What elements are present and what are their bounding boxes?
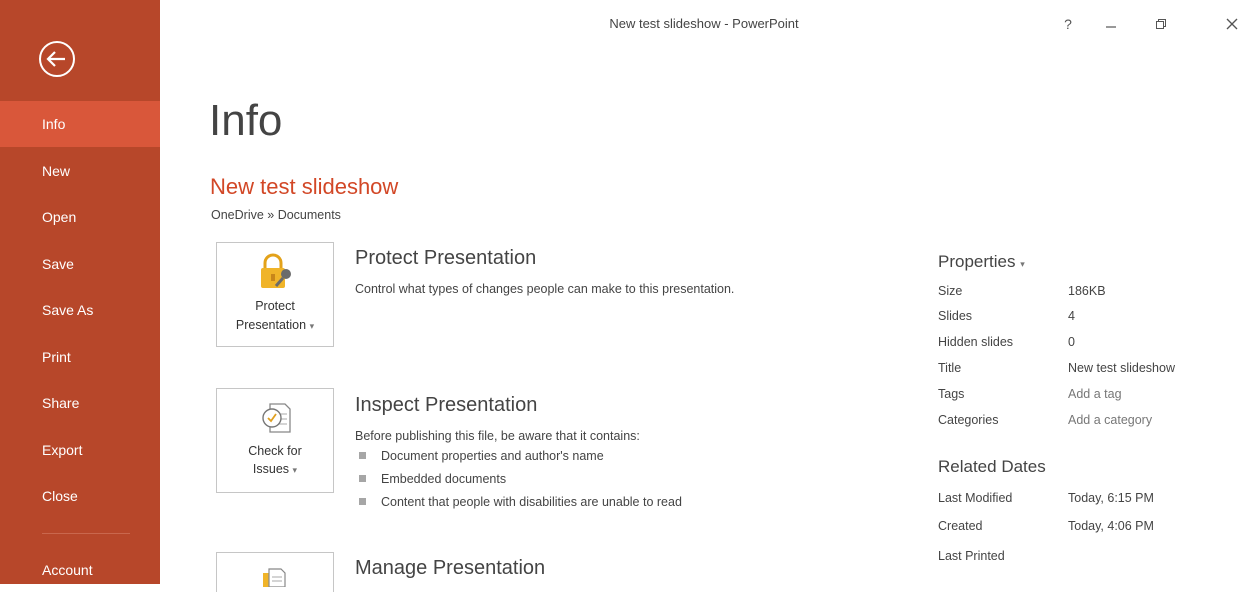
nav-new-label: New bbox=[42, 163, 71, 179]
list-item: Embedded documents bbox=[359, 472, 506, 486]
minimize-icon bbox=[1106, 26, 1116, 28]
nav-close[interactable]: Close bbox=[0, 473, 160, 519]
related-dates-heading: Related Dates bbox=[938, 457, 1046, 476]
nav-save-label: Save bbox=[42, 256, 74, 272]
nav-print-label: Print bbox=[42, 349, 71, 365]
help-button[interactable]: ? bbox=[1053, 12, 1083, 36]
inspect-description: Before publishing this file, be aware th… bbox=[355, 429, 640, 443]
nav-export[interactable]: Export bbox=[0, 427, 160, 473]
prop-value-categories[interactable]: Add a category bbox=[1068, 413, 1152, 427]
back-arrow-icon bbox=[39, 41, 75, 77]
prop-label-slides: Slides bbox=[938, 309, 973, 323]
bullet-text: Embedded documents bbox=[381, 472, 507, 486]
prop-label-tags: Tags bbox=[938, 387, 965, 401]
nav-print[interactable]: Print bbox=[0, 334, 160, 380]
nav-share[interactable]: Share bbox=[0, 380, 160, 426]
issues-button-line1: Check for bbox=[248, 444, 302, 458]
bullet-text: Content that people with disabilities ar… bbox=[381, 495, 682, 509]
nav-info-label: Info bbox=[42, 116, 66, 132]
window-title: New test slideshow - PowerPoint bbox=[609, 16, 799, 31]
protect-button-line1: Protect bbox=[255, 299, 295, 313]
minimize-button[interactable] bbox=[1096, 12, 1126, 36]
bullet-icon bbox=[359, 475, 366, 482]
inspect-title: Inspect Presentation bbox=[355, 394, 538, 416]
issues-button-line2: Issues bbox=[252, 462, 290, 476]
lock-key-icon bbox=[261, 253, 291, 288]
bullet-icon bbox=[359, 452, 366, 459]
inspect-document-icon bbox=[262, 403, 291, 433]
bullet-icon bbox=[359, 498, 366, 505]
nav-export-label: Export bbox=[42, 442, 83, 458]
date-value-last-modified: Today, 6:15 PM bbox=[1068, 491, 1154, 505]
date-label-last-modified: Last Modified bbox=[938, 491, 1013, 505]
help-icon: ? bbox=[1064, 16, 1072, 32]
list-item: Document properties and author's name bbox=[359, 449, 604, 463]
prop-value-hidden-slides: 0 bbox=[1068, 335, 1075, 349]
nav-account[interactable]: Account bbox=[0, 547, 160, 593]
date-label-created: Created bbox=[938, 519, 983, 533]
dropdown-caret-icon: ▾ bbox=[292, 465, 298, 475]
prop-label-hidden-slides: Hidden slides bbox=[938, 335, 1014, 349]
bullet-text: Document properties and author's name bbox=[381, 449, 604, 463]
nav-divider bbox=[42, 533, 130, 534]
protect-button-line2: Presentation bbox=[235, 318, 307, 332]
close-window-button[interactable] bbox=[1217, 12, 1247, 36]
issues-button-line2-wrap: Issues ▾ bbox=[217, 461, 333, 479]
nav-share-label: Share bbox=[42, 395, 80, 411]
nav-save[interactable]: Save bbox=[0, 241, 160, 287]
protect-button-line2-wrap: Presentation ▾ bbox=[217, 317, 333, 335]
close-icon bbox=[1226, 18, 1238, 30]
check-for-issues-button[interactable]: Check for Issues ▾ bbox=[216, 388, 334, 493]
dropdown-caret-icon: ▾ bbox=[309, 321, 315, 331]
manage-versions-icon bbox=[263, 568, 286, 587]
nav-close-label: Close bbox=[42, 488, 78, 504]
nav-account-label: Account bbox=[42, 562, 93, 578]
prop-value-slides: 4 bbox=[1068, 309, 1075, 323]
date-value-created: Today, 4:06 PM bbox=[1068, 519, 1154, 533]
nav-open[interactable]: Open bbox=[0, 194, 160, 240]
protect-title: Protect Presentation bbox=[355, 247, 537, 269]
prop-label-title: Title bbox=[938, 361, 962, 375]
prop-value-size: 186KB bbox=[1068, 284, 1106, 298]
prop-value-title[interactable]: New test slideshow bbox=[1068, 361, 1175, 375]
nav-new[interactable]: New bbox=[0, 148, 160, 194]
protect-presentation-button[interactable]: Protect Presentation ▾ bbox=[216, 242, 334, 347]
prop-label-categories: Categories bbox=[938, 413, 999, 427]
nav-save-as-label: Save As bbox=[42, 302, 94, 318]
date-label-last-printed: Last Printed bbox=[938, 549, 1005, 563]
backstage-sidebar: Info New Open Save Save As Print Share E… bbox=[0, 0, 160, 584]
manage-title: Manage Presentation bbox=[355, 557, 546, 579]
restore-icon bbox=[1156, 19, 1166, 29]
back-button[interactable] bbox=[37, 39, 77, 79]
properties-heading: Properties bbox=[938, 252, 1016, 271]
dropdown-caret-icon: ▾ bbox=[1020, 259, 1025, 269]
document-title: New test slideshow bbox=[210, 174, 399, 199]
nav-save-as[interactable]: Save As bbox=[0, 287, 160, 333]
manage-presentation-button[interactable] bbox=[216, 552, 334, 592]
prop-label-size: Size bbox=[938, 284, 963, 298]
list-item: Content that people with disabilities ar… bbox=[359, 495, 682, 509]
page-title: Info bbox=[209, 96, 283, 145]
document-path[interactable]: OneDrive » Documents bbox=[211, 208, 341, 222]
restore-button[interactable] bbox=[1146, 12, 1176, 36]
nav-open-label: Open bbox=[42, 209, 77, 225]
nav-info[interactable]: Info bbox=[0, 101, 160, 147]
prop-value-tags[interactable]: Add a tag bbox=[1068, 387, 1122, 401]
properties-dropdown[interactable]: Properties ▾ bbox=[938, 252, 1025, 272]
protect-description: Control what types of changes people can… bbox=[355, 282, 735, 296]
